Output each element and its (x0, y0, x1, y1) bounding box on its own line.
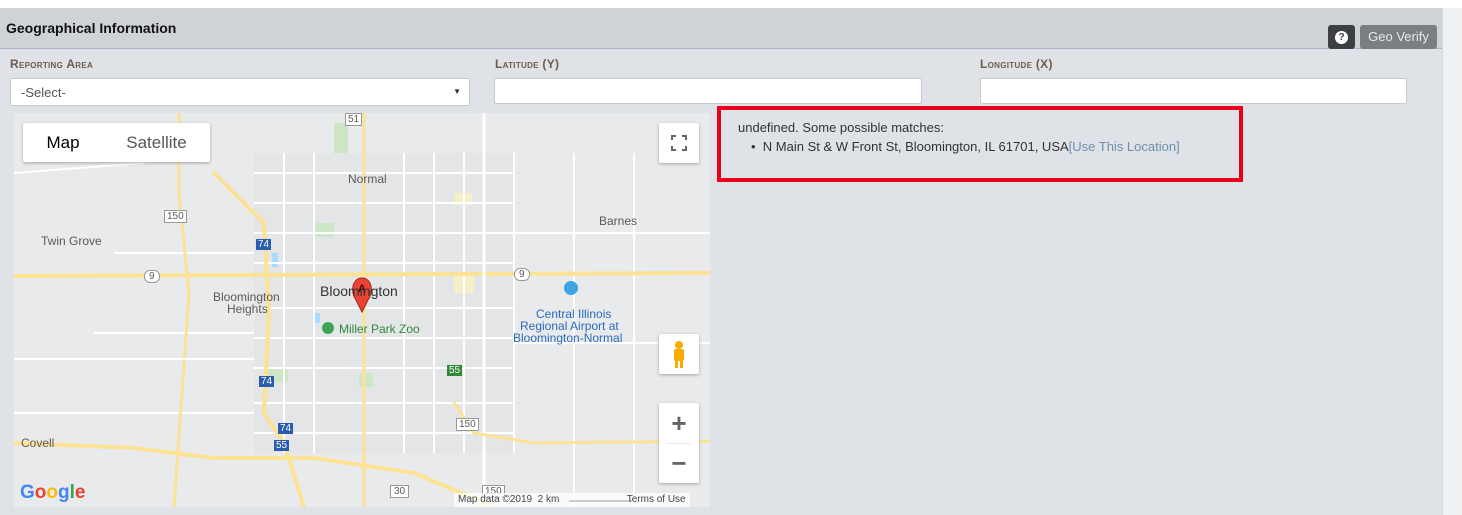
map-tab-satellite[interactable]: Satellite (103, 123, 210, 162)
zoom-in-button[interactable]: + (659, 403, 699, 443)
bullet: • (751, 139, 763, 154)
street-view-pegman[interactable] (659, 334, 699, 374)
shield-i-74-a: 74 (256, 239, 272, 250)
results-message: undefined. Some possible matches: (738, 120, 944, 135)
map-scale[interactable]: 2 km (538, 494, 560, 505)
map-label-bloomington: Bloomington (320, 283, 398, 299)
shield-route-30: 30 (390, 485, 410, 498)
match-address: N Main St & W Front St, Bloomington, IL … (762, 139, 1069, 154)
map-label-normal: Normal (348, 172, 387, 186)
shield-i-55-b: 55 (274, 440, 290, 451)
map-label-airport-3: Bloomington-Normal (513, 331, 623, 345)
section-title: Geographical Information (6, 20, 177, 36)
map[interactable]: A 51 150 74 9 9 55 74 74 55 150 30 150 N… (14, 113, 710, 507)
question-icon: ? (1335, 31, 1348, 44)
caret-down-icon: ▼ (453, 87, 461, 96)
reporting-area-value: -Select- (21, 85, 66, 100)
latitude-label: Latitude (Y) (495, 57, 560, 71)
longitude-label: Longitude (X) (980, 57, 1053, 71)
zoom-out-button[interactable]: − (659, 443, 699, 483)
help-button[interactable]: ? (1328, 25, 1355, 49)
shield-i-74-c: 74 (278, 423, 294, 434)
use-this-location-link[interactable]: [Use This Location] (1069, 139, 1180, 154)
map-type-control: Map Satellite (23, 123, 210, 162)
map-attribution: Map data ©2019 2 km Terms of Use (454, 493, 690, 507)
longitude-input[interactable] (980, 78, 1407, 104)
zoom-control: + − (659, 403, 699, 483)
shield-us-51: 51 (345, 113, 363, 126)
section-header: Geographical Information ? Geo Verify (0, 8, 1442, 49)
geo-verify-results: undefined. Some possible matches: • N Ma… (717, 106, 1243, 182)
pegman-icon (674, 341, 684, 368)
latitude-input[interactable] (494, 78, 922, 104)
google-logo: Google (20, 482, 86, 503)
map-label-bloomington-heights-2: Heights (227, 302, 268, 316)
airport-icon (564, 281, 578, 295)
reporting-area-select[interactable]: -Select- ▼ (10, 78, 470, 106)
terms-of-use-link[interactable]: Terms of Use (627, 494, 686, 505)
map-tab-map[interactable]: Map (23, 123, 103, 162)
map-label-miller-park-zoo: Miller Park Zoo (339, 322, 420, 336)
fullscreen-icon (671, 135, 687, 151)
map-data-credit: Map data ©2019 (458, 494, 533, 505)
shield-i-55-a: 55 (447, 365, 463, 376)
shield-us-150-top: 150 (164, 210, 187, 223)
map-label-twin-grove: Twin Grove (41, 234, 102, 248)
reporting-area-label: Reporting Area (10, 57, 94, 71)
match-list-item: • N Main St & W Front St, Bloomington, I… (751, 139, 1180, 154)
scrollbar[interactable] (1442, 8, 1462, 515)
shield-il-9-west: 9 (144, 270, 160, 283)
zoo-icon (322, 322, 334, 334)
shield-i-74-b: 74 (259, 376, 275, 387)
shield-us-150-bottom: 150 (456, 418, 479, 431)
geo-verify-button[interactable]: Geo Verify (1360, 25, 1437, 49)
shield-il-9-east: 9 (514, 268, 530, 281)
map-label-barnes: Barnes (599, 214, 638, 228)
map-label-covell: Covell (21, 436, 55, 450)
fullscreen-button[interactable] (659, 123, 699, 163)
